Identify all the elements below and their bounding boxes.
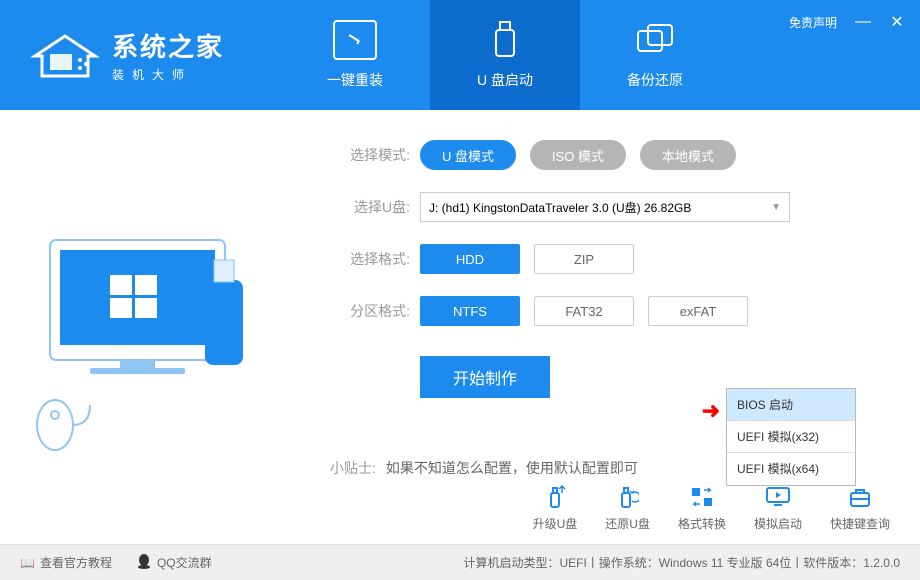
monitor-play-icon <box>765 484 791 510</box>
tip-label: 小贴士: <box>330 458 376 478</box>
mode-label: 选择模式: <box>330 145 410 165</box>
partition-exfat-button[interactable]: exFAT <box>648 296 748 326</box>
convert-icon <box>689 484 715 510</box>
book-icon: 📖 <box>20 556 35 570</box>
usb-value: J: (hd1) KingstonDataTraveler 3.0 (U盘) 2… <box>429 199 691 216</box>
usb-row: 选择U盘: J: (hd1) KingstonDataTraveler 3.0 … <box>330 192 880 222</box>
header-bar: 系统之家 装机大师 一键重装 U 盘启动 备份还原 免责声明 — ✕ <box>0 0 920 110</box>
tool-label: 升级U盘 <box>533 515 578 532</box>
tab-reinstall[interactable]: 一键重装 <box>280 0 430 110</box>
popup-item-bios[interactable]: BIOS 启动 <box>727 389 855 421</box>
tutorial-link[interactable]: 📖 查看官方教程 <box>20 554 112 571</box>
tab-label: 备份还原 <box>627 70 683 90</box>
window-controls: 免责声明 — ✕ <box>789 12 905 32</box>
footer-left: 📖 查看官方教程 QQ交流群 <box>20 553 212 572</box>
partition-label: 分区格式: <box>330 301 410 321</box>
boot-mode-popup: BIOS 启动 UEFI 模拟(x32) UEFI 模拟(x64) <box>726 388 856 486</box>
partition-row: 分区格式: NTFS FAT32 exFAT <box>330 296 880 326</box>
logo-subtitle: 装机大师 <box>112 66 224 83</box>
tab-label: 一键重装 <box>327 70 383 90</box>
format-zip-button[interactable]: ZIP <box>534 244 634 274</box>
disclaimer-link[interactable]: 免责声明 <box>789 14 837 31</box>
popup-item-uefi64[interactable]: UEFI 模拟(x64) <box>727 453 855 485</box>
minimize-button[interactable]: — <box>855 13 871 31</box>
nav-tabs: 一键重装 U 盘启动 备份还原 <box>280 0 730 110</box>
tip-text: 如果不知道怎么配置，使用默认配置即可 <box>386 458 638 478</box>
footer-bar: 📖 查看官方教程 QQ交流群 计算机启动类型：UEFI丨操作系统：Windows… <box>0 544 920 580</box>
partition-ntfs-button[interactable]: NTFS <box>420 296 520 326</box>
logo-title: 系统之家 <box>112 27 224 64</box>
format-label: 选择格式: <box>330 249 410 269</box>
tab-usb-boot[interactable]: U 盘启动 <box>430 0 580 110</box>
tool-upgrade-usb[interactable]: 升级U盘 <box>533 484 578 532</box>
main-content: 选择模式: U 盘模式 ISO 模式 本地模式 选择U盘: J: (hd1) K… <box>0 110 920 544</box>
usb-up-icon <box>542 484 568 510</box>
tab-label: U 盘启动 <box>477 70 533 90</box>
usb-label: 选择U盘: <box>330 197 410 217</box>
tool-label: 还原U盘 <box>605 515 650 532</box>
mode-usb-button[interactable]: U 盘模式 <box>420 140 516 170</box>
tool-format-convert[interactable]: 格式转换 <box>678 484 726 532</box>
usb-select[interactable]: J: (hd1) KingstonDataTraveler 3.0 (U盘) 2… <box>420 192 790 222</box>
format-row: 选择格式: HDD ZIP <box>330 244 880 274</box>
bottom-toolbar: 升级U盘 还原U盘 格式转换 模拟启动 快捷键查询 <box>533 484 890 532</box>
tool-restore-usb[interactable]: 还原U盘 <box>605 484 650 532</box>
mode-row: 选择模式: U 盘模式 ISO 模式 本地模式 <box>330 140 880 170</box>
tool-label: 格式转换 <box>678 515 726 532</box>
qq-icon <box>136 553 152 572</box>
usb-icon <box>483 20 527 60</box>
usb-restore-icon <box>615 484 641 510</box>
tutorial-label: 查看官方教程 <box>40 554 112 571</box>
backup-icon <box>633 20 677 60</box>
mode-iso-button[interactable]: ISO 模式 <box>530 140 626 170</box>
status-text: 计算机启动类型：UEFI丨操作系统：Windows 11 专业版 64位丨软件版… <box>463 554 900 571</box>
tool-label: 模拟启动 <box>754 515 802 532</box>
qq-label: QQ交流群 <box>157 554 212 571</box>
popup-item-uefi32[interactable]: UEFI 模拟(x32) <box>727 421 855 453</box>
logo-text: 系统之家 装机大师 <box>112 27 224 83</box>
briefcase-icon <box>847 484 873 510</box>
logo-icon <box>30 28 100 83</box>
qq-group-link[interactable]: QQ交流群 <box>136 553 212 572</box>
mode-local-button[interactable]: 本地模式 <box>640 140 736 170</box>
tool-hotkey-query[interactable]: 快捷键查询 <box>830 484 890 532</box>
tab-backup[interactable]: 备份还原 <box>580 0 730 110</box>
logo-area: 系统之家 装机大师 <box>0 0 280 110</box>
illustration <box>30 210 290 430</box>
partition-fat32-button[interactable]: FAT32 <box>534 296 634 326</box>
start-button[interactable]: 开始制作 <box>420 356 550 398</box>
close-button[interactable]: ✕ <box>889 12 905 32</box>
arrow-annotation-icon: ➜ <box>702 398 720 424</box>
tool-simulate-boot[interactable]: 模拟启动 <box>754 484 802 532</box>
tool-label: 快捷键查询 <box>830 515 890 532</box>
monitor-icon <box>333 20 377 60</box>
format-hdd-button[interactable]: HDD <box>420 244 520 274</box>
chevron-down-icon: ▼ <box>771 202 781 213</box>
